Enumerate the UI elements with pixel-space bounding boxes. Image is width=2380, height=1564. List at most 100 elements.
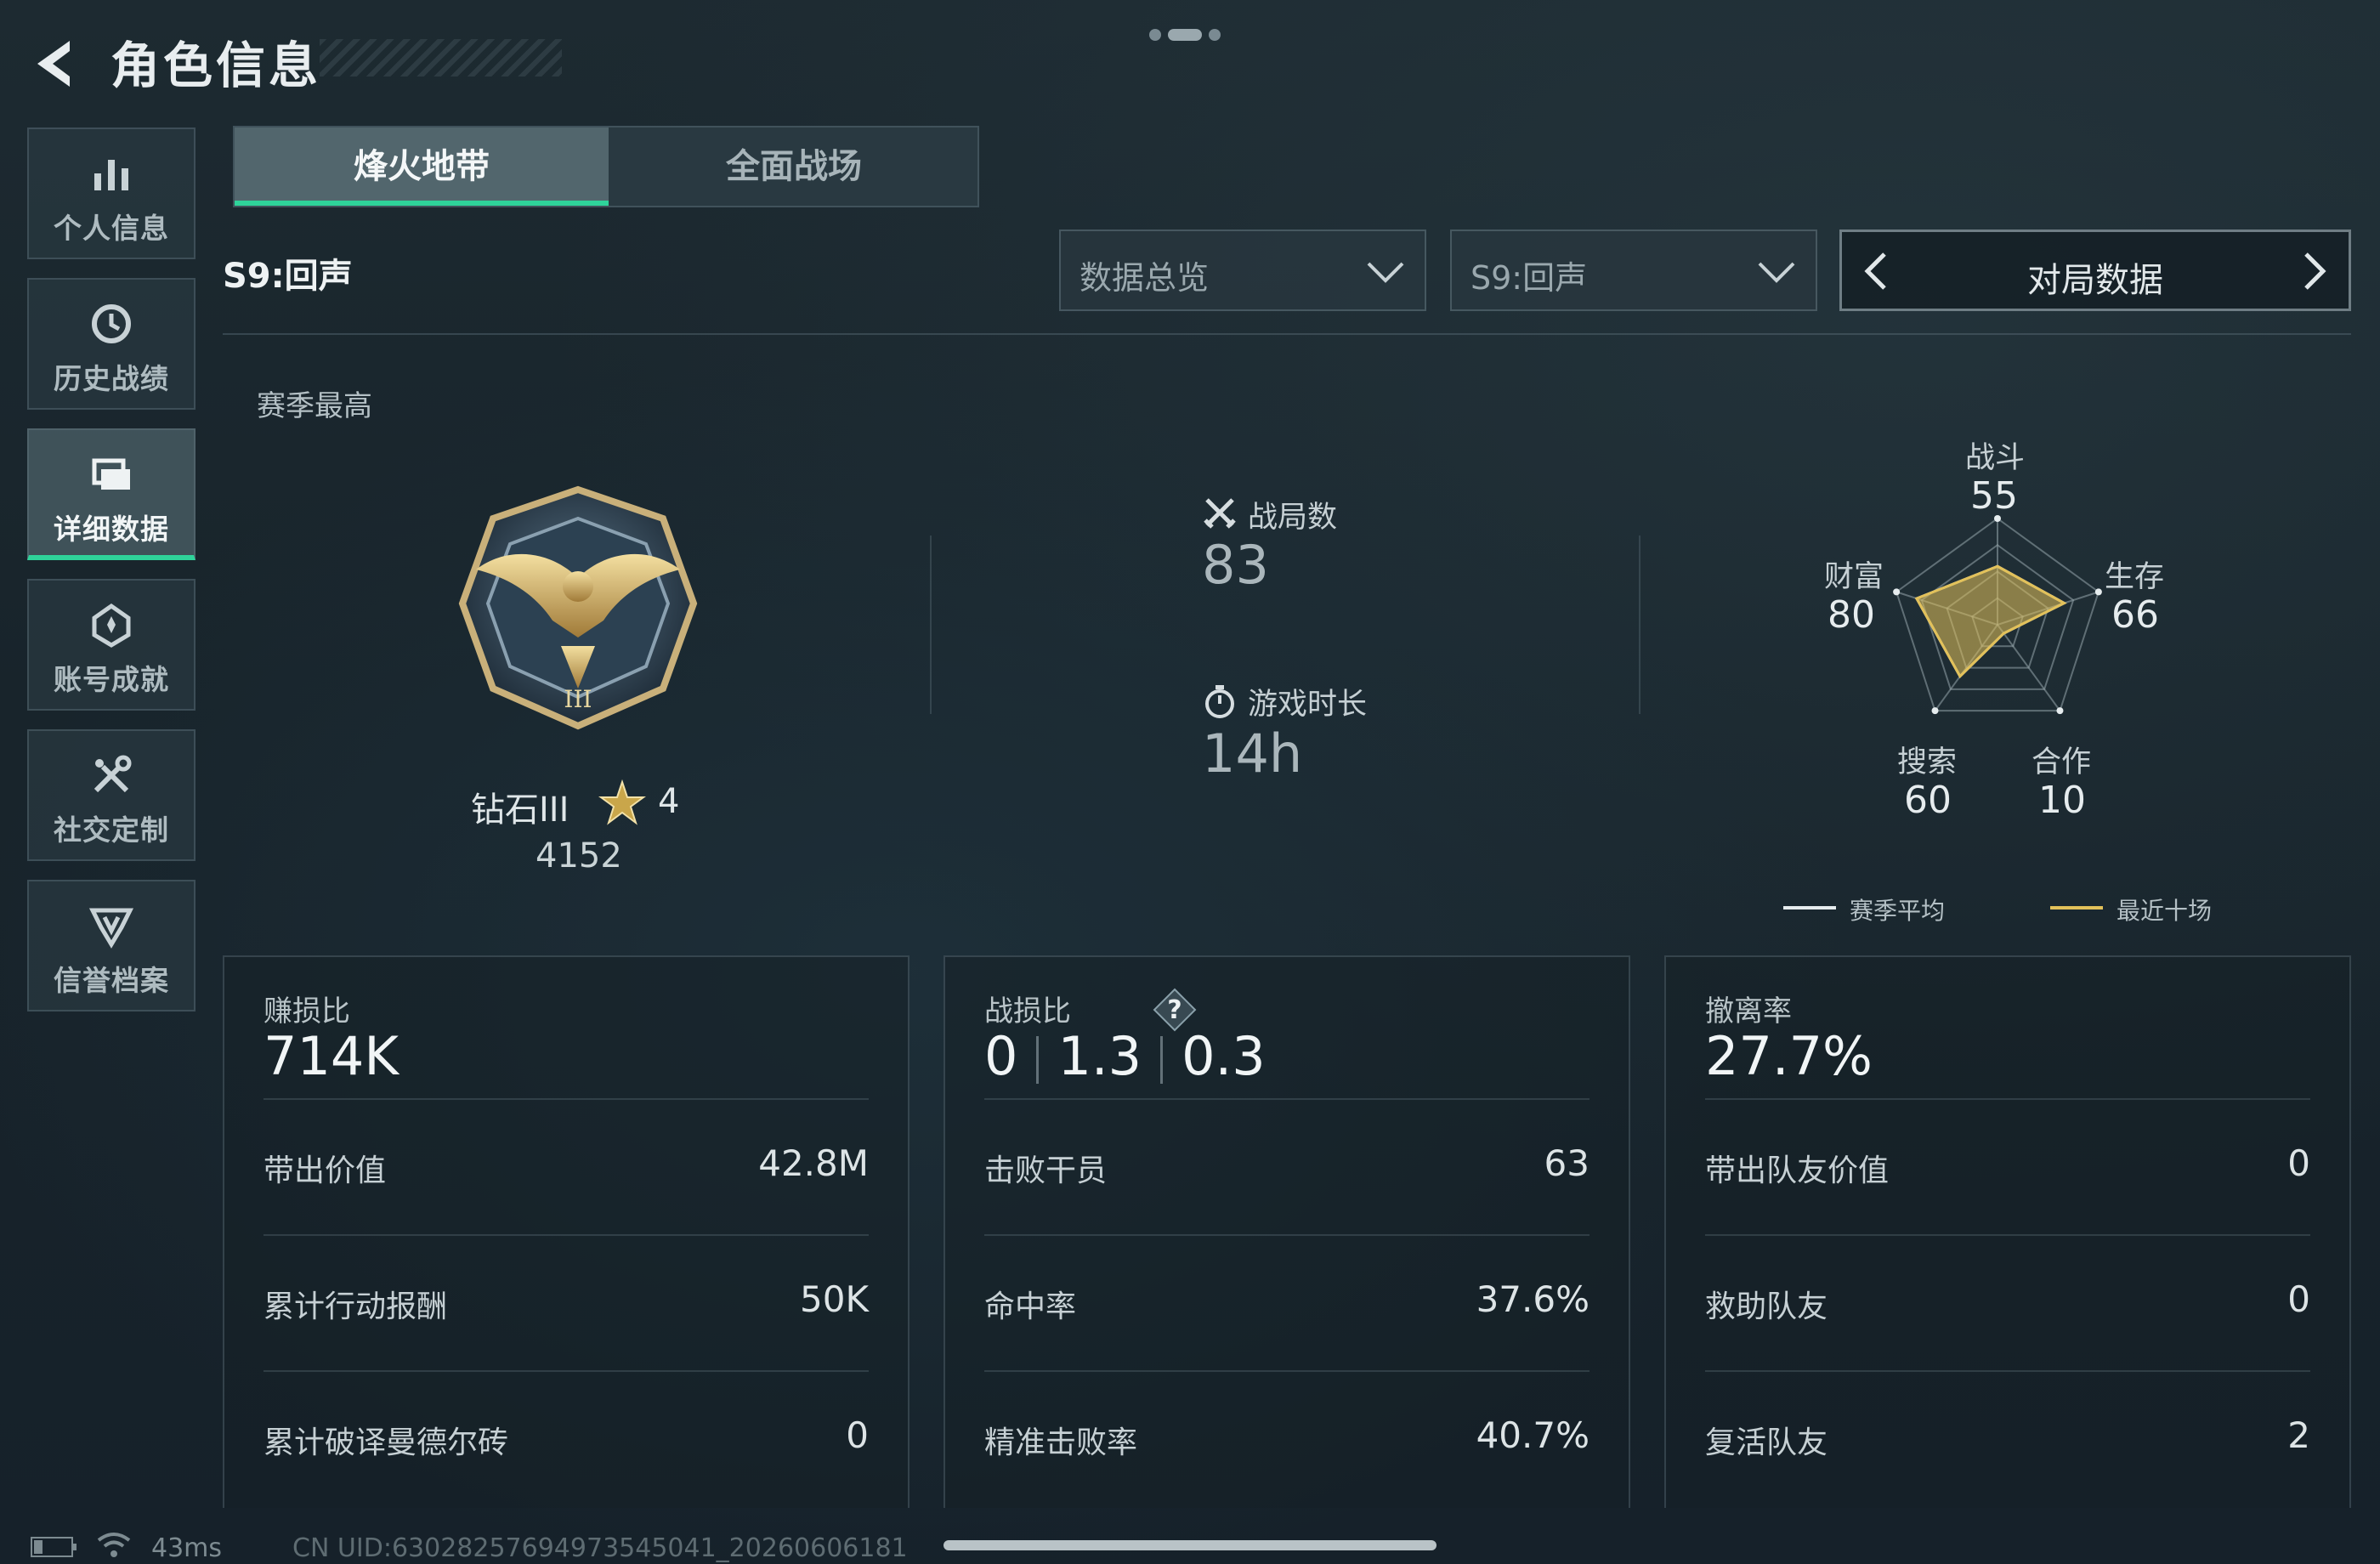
tab-beacon-zone[interactable]: 烽火地带 — [235, 128, 609, 206]
panel-header: 战损比 — [984, 994, 1071, 1028]
matches-label: 战局数 — [1248, 501, 1338, 535]
divider — [223, 333, 2351, 335]
sidebar-item-history[interactable]: 历史战绩 — [27, 278, 196, 410]
dropdown-value: S9:回声 — [1470, 259, 1588, 297]
view-dropdown[interactable]: 数据总览 — [1059, 230, 1426, 311]
stat-row-label: 命中率 — [984, 1289, 1077, 1324]
sidebar-item-achievements[interactable]: 账号成就 — [27, 579, 196, 711]
tools-icon — [94, 755, 132, 793]
radar-value-combat: 55 — [1970, 474, 2018, 518]
panel-header: 撤离率 — [1705, 994, 1792, 1028]
sidebar-item-label: 个人信息 — [54, 212, 169, 245]
value-separator — [1036, 1035, 1040, 1084]
stat-row-label: 累计行动报酬 — [264, 1289, 448, 1324]
bar-chart-icon — [94, 160, 128, 190]
radar-label-wealth: 财富 — [1824, 560, 1884, 594]
legend-label-recent-ten: 最近十场 — [2116, 897, 2213, 925]
page-indicator — [1149, 26, 1234, 42]
season-dropdown[interactable]: S9:回声 — [1450, 230, 1817, 311]
divider — [1705, 1370, 2310, 1372]
radar-axis-endpoint — [1893, 588, 1901, 596]
chevron-down-icon — [1758, 262, 1795, 283]
star-icon — [598, 779, 646, 825]
wifi-icon — [97, 1533, 131, 1557]
ping-value: 43ms — [151, 1533, 223, 1563]
sidebar-item-reputation[interactable]: 信誉档案 — [27, 880, 196, 1012]
divider — [930, 536, 932, 714]
sidebar-item-social[interactable]: 社交定制 — [27, 729, 196, 861]
radar-value-search: 60 — [1904, 779, 1952, 822]
tab-full-battlefield[interactable]: 全面战场 — [609, 128, 979, 206]
radar-value-cooperation: 10 — [2038, 779, 2086, 822]
stat-row-value: 2 — [2287, 1414, 2310, 1456]
radar-axis-endpoint — [1931, 707, 1939, 715]
data-type-switcher: 对局数据 — [1839, 230, 2351, 311]
divider — [984, 1234, 1590, 1236]
season-best-label: 赛季最高 — [257, 389, 372, 423]
stat-row-label: 精准击败率 — [984, 1425, 1138, 1460]
playtime-label: 游戏时长 — [1248, 688, 1368, 722]
stat-row-value: 0 — [2287, 1278, 2310, 1320]
value-separator — [1160, 1035, 1164, 1084]
stat-row-label: 带出价值 — [264, 1153, 387, 1188]
profit-panel: 赚损比 714K 带出价值 42.8M 累计行动报酬 50K 累计破译曼德尔砖 … — [223, 955, 910, 1508]
back-arrow-icon[interactable] — [26, 34, 85, 94]
sidebar-item-detailed-data[interactable]: 详细数据 — [27, 428, 196, 560]
ability-radar-chart — [1893, 515, 2102, 715]
divider — [984, 1098, 1590, 1100]
stat-row-value: 0 — [2287, 1142, 2310, 1184]
season-label: S9:回声 — [223, 257, 353, 296]
stat-row-value: 42.8M — [758, 1142, 869, 1184]
rank-stars-count: 4 — [658, 782, 680, 821]
radar-value-wealth: 80 — [1828, 593, 1875, 637]
legend-swatch-recent-ten — [2050, 906, 2103, 910]
stat-row-label: 复活队友 — [1705, 1425, 1828, 1460]
sidebar-item-label: 信誉档案 — [54, 964, 169, 997]
battery-icon — [31, 1537, 76, 1557]
stat-row-value: 50K — [800, 1278, 869, 1320]
divider — [984, 1370, 1590, 1372]
title-decoration — [320, 39, 562, 76]
divider — [1705, 1098, 2310, 1100]
divider — [1705, 1234, 2310, 1236]
home-indicator[interactable] — [944, 1540, 1436, 1550]
svg-text:III: III — [564, 685, 592, 713]
crossed-swords-icon — [1204, 498, 1236, 529]
radar-axis-endpoint — [2094, 588, 2102, 596]
chevron-right-icon[interactable] — [2298, 251, 2332, 292]
svg-text:?: ? — [1167, 995, 1182, 1025]
panel-value: 27.7% — [1705, 1025, 1873, 1087]
stat-row-value: 63 — [1544, 1142, 1590, 1184]
stat-row-label: 累计破译曼德尔砖 — [264, 1425, 509, 1460]
radar-axis-endpoint — [2056, 707, 2064, 715]
sidebar-item-label: 历史战绩 — [54, 362, 169, 395]
stat-row-label: 救助队友 — [1705, 1289, 1828, 1324]
stat-row-value: 40.7% — [1476, 1414, 1590, 1456]
sidebar-item-label: 社交定制 — [54, 813, 169, 847]
playtime-value: 14h — [1202, 722, 1303, 785]
panel-header: 赚损比 — [264, 994, 350, 1028]
folder-icon — [92, 458, 130, 490]
divider — [264, 1098, 869, 1100]
kd-value-3: 0.3 — [1182, 1025, 1266, 1087]
divider — [1639, 536, 1640, 714]
sidebar-item-personal-info[interactable]: 个人信息 — [27, 128, 196, 259]
stopwatch-icon — [1205, 685, 1234, 718]
radar-label-survival: 生存 — [2105, 560, 2165, 594]
stat-row-label: 带出队友价值 — [1705, 1153, 1890, 1188]
mode-tabs: 烽火地带 全面战场 — [233, 126, 979, 207]
radar-label-combat: 战斗 — [1965, 441, 2026, 475]
legend-label-season-average: 赛季平均 — [1850, 897, 1946, 925]
chevron-down-icon — [1367, 262, 1404, 283]
panel-value: 714K — [264, 1025, 399, 1087]
kd-panel: 战损比 ? 0 1.3 0.3 击败干员 63 命中率 37.6% 精准击败率 40… — [944, 955, 1630, 1508]
shield-icon — [88, 908, 134, 949]
sidebar-item-label: 详细数据 — [54, 513, 169, 546]
achievement-icon — [92, 603, 131, 648]
user-uid: CN UID:63028257694973545041_20260606181 — [292, 1533, 908, 1563]
radar-recent-ten — [1914, 564, 2067, 679]
history-icon — [92, 304, 131, 343]
extraction-panel: 撤离率 27.7% 带出队友价值 0 救助队友 0 复活队友 2 — [1664, 955, 2351, 1508]
sidebar-item-label: 账号成就 — [54, 663, 169, 696]
kd-value-1: 0 — [984, 1025, 1018, 1087]
